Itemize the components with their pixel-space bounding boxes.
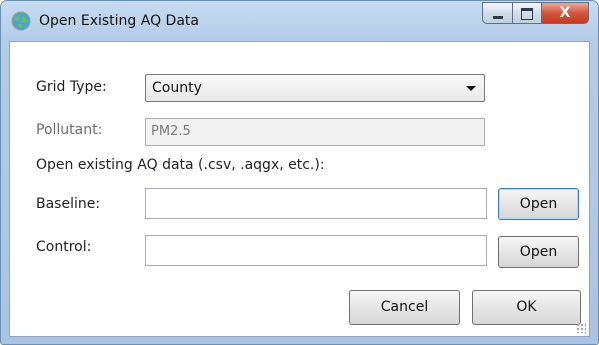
control-input[interactable] — [145, 235, 487, 266]
resize-grip-icon[interactable] — [576, 323, 586, 333]
cancel-button[interactable]: Cancel — [349, 290, 460, 325]
baseline-open-button[interactable]: Open — [498, 188, 579, 220]
globe-icon — [11, 11, 31, 31]
minimize-button[interactable] — [482, 2, 512, 24]
dialog-window: Open Existing AQ Data X Grid Type: Count… — [0, 0, 599, 345]
caption-buttons: X — [482, 2, 589, 28]
baseline-input[interactable] — [145, 188, 487, 219]
maximize-button[interactable] — [512, 2, 541, 24]
instructions-text: Open existing AQ data (.csv, .aqgx, etc.… — [36, 157, 325, 173]
dialog-body: Grid Type: County Pollutant: PM2.5 Open … — [9, 41, 590, 337]
grid-type-select[interactable]: County — [145, 74, 485, 102]
ok-button[interactable]: OK — [472, 290, 581, 325]
pollutant-value: PM2.5 — [151, 124, 191, 139]
control-label: Control: — [36, 239, 92, 255]
baseline-label: Baseline: — [36, 196, 101, 212]
pollutant-field: PM2.5 — [145, 118, 485, 146]
grid-type-value: County — [152, 80, 202, 96]
maximize-icon — [521, 8, 533, 20]
pollutant-label: Pollutant: — [36, 122, 103, 138]
chevron-down-icon — [466, 86, 476, 91]
control-open-button[interactable]: Open — [498, 236, 579, 268]
window-title: Open Existing AQ Data — [39, 13, 199, 29]
minimize-icon — [493, 16, 503, 19]
grid-type-label: Grid Type: — [36, 79, 107, 95]
close-button[interactable]: X — [541, 2, 589, 24]
title-bar[interactable]: Open Existing AQ Data X — [1, 1, 598, 41]
close-icon: X — [559, 5, 571, 21]
